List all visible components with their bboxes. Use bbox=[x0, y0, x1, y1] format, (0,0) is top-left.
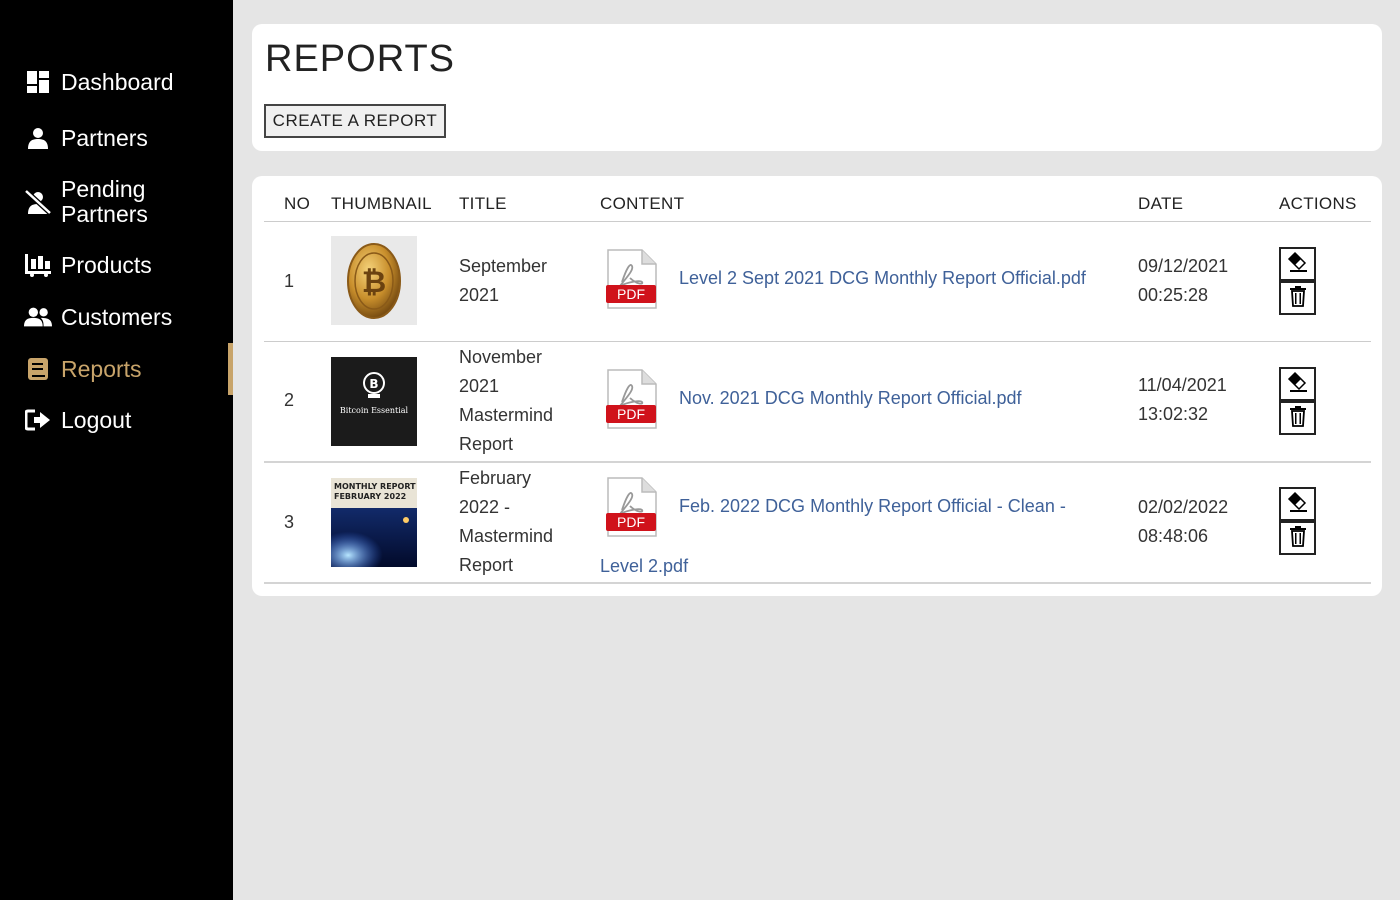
row-title: November 2021 Mastermind Report bbox=[459, 347, 554, 454]
edit-button[interactable] bbox=[1279, 247, 1316, 281]
svg-text:FEBRUARY 2022: FEBRUARY 2022 bbox=[334, 492, 406, 501]
row-date: 02/02/2022 08:48:06 bbox=[1138, 497, 1229, 546]
active-indicator bbox=[228, 343, 233, 395]
edit-button[interactable] bbox=[1279, 367, 1316, 401]
sidebar-item-partners[interactable]: Partners bbox=[0, 124, 233, 152]
logout-icon bbox=[24, 406, 52, 434]
sidebar-item-customers[interactable]: Customers bbox=[0, 303, 233, 331]
svg-text:Bitcoin Essential: Bitcoin Essential bbox=[340, 406, 409, 415]
thumbnail-image: ₿ bbox=[331, 236, 417, 325]
page-title: REPORTS bbox=[265, 38, 456, 80]
row-divider bbox=[264, 341, 1371, 342]
sidebar-item-label: Reports bbox=[61, 355, 142, 382]
pdf-icon: PDF bbox=[600, 368, 662, 432]
delete-button[interactable] bbox=[1279, 281, 1316, 315]
sidebar-item-label: Products bbox=[61, 251, 152, 278]
user-slash-icon bbox=[24, 188, 52, 216]
create-report-button[interactable]: CREATE A REPORT bbox=[264, 104, 446, 138]
file-link[interactable]: Feb. 2022 DCG Monthly Report Official - … bbox=[679, 492, 1066, 521]
sidebar-item-products[interactable]: Products bbox=[0, 251, 233, 279]
thumbnail-image: MONTHLY REPORT FEBRUARY 2022 bbox=[331, 478, 417, 567]
trash-icon bbox=[1289, 405, 1307, 432]
sidebar-item-label: Customers bbox=[61, 303, 173, 330]
eraser-icon bbox=[1287, 491, 1309, 518]
sidebar-item-pending-partners[interactable]: Pending Partners bbox=[0, 176, 233, 228]
row-title: February 2022 - Mastermind Report bbox=[459, 468, 554, 575]
row-divider bbox=[264, 582, 1371, 584]
file-link-continued[interactable]: Level 2.pdf bbox=[600, 552, 688, 581]
sidebar-item-dashboard[interactable]: Dashboard bbox=[0, 68, 233, 96]
svg-text:MONTHLY REPORT: MONTHLY REPORT bbox=[334, 482, 416, 491]
column-header-content: CONTENT bbox=[600, 194, 685, 213]
row-date: 09/12/2021 00:25:28 bbox=[1138, 256, 1229, 305]
pdf-icon: PDF bbox=[600, 248, 662, 312]
column-header-actions: ACTIONS bbox=[1279, 194, 1357, 213]
pdf-icon: PDF bbox=[600, 476, 662, 540]
thumbnail-image: B Bitcoin Essential bbox=[331, 357, 417, 446]
sidebar: Dashboard Partners Pending Partners Prod… bbox=[0, 0, 233, 900]
delete-button[interactable] bbox=[1279, 521, 1316, 555]
sidebar-item-logout[interactable]: Logout bbox=[0, 406, 233, 434]
row-divider bbox=[264, 461, 1371, 463]
header-divider bbox=[264, 221, 1371, 222]
book-icon bbox=[24, 355, 52, 383]
column-header-date: DATE bbox=[1138, 194, 1184, 213]
column-header-no: NO bbox=[284, 194, 311, 213]
column-header-thumbnail: THUMBNAIL bbox=[331, 194, 432, 213]
trash-icon bbox=[1289, 525, 1307, 552]
delete-button[interactable] bbox=[1279, 401, 1316, 435]
row-number: 3 bbox=[284, 512, 295, 532]
pdf-badge: PDF bbox=[617, 514, 645, 530]
sidebar-item-label: Pending Partners bbox=[61, 176, 148, 227]
sidebar-item-reports[interactable]: Reports bbox=[0, 355, 233, 383]
eraser-icon bbox=[1287, 371, 1309, 398]
file-link[interactable]: Level 2 Sept 2021 DCG Monthly Report Off… bbox=[679, 264, 1086, 293]
pdf-badge: PDF bbox=[617, 406, 645, 422]
file-link[interactable]: Nov. 2021 DCG Monthly Report Official.pd… bbox=[679, 384, 1021, 413]
svg-text:₿: ₿ bbox=[362, 265, 386, 300]
header-card: REPORTS CREATE A REPORT bbox=[252, 24, 1382, 151]
user-icon bbox=[24, 124, 52, 152]
column-header-title: TITLE bbox=[459, 194, 507, 213]
eraser-icon bbox=[1287, 251, 1309, 278]
sidebar-item-label: Dashboard bbox=[61, 68, 174, 95]
sidebar-item-label: Logout bbox=[61, 406, 132, 433]
row-number: 1 bbox=[284, 271, 295, 291]
svg-text:B: B bbox=[369, 377, 378, 391]
users-icon bbox=[24, 303, 52, 331]
cart-icon bbox=[24, 251, 52, 279]
pdf-badge: PDF bbox=[617, 286, 645, 302]
reports-table: NO THUMBNAIL TITLE CONTENT DATE ACTIONS … bbox=[252, 176, 1382, 596]
sidebar-item-label: Partners bbox=[61, 124, 148, 151]
row-number: 2 bbox=[284, 390, 295, 410]
row-title: September 2021 bbox=[459, 256, 548, 305]
trash-icon bbox=[1289, 285, 1307, 312]
edit-button[interactable] bbox=[1279, 487, 1316, 521]
dashboard-icon bbox=[24, 68, 52, 96]
row-date: 11/04/2021 13:02:32 bbox=[1138, 375, 1227, 424]
